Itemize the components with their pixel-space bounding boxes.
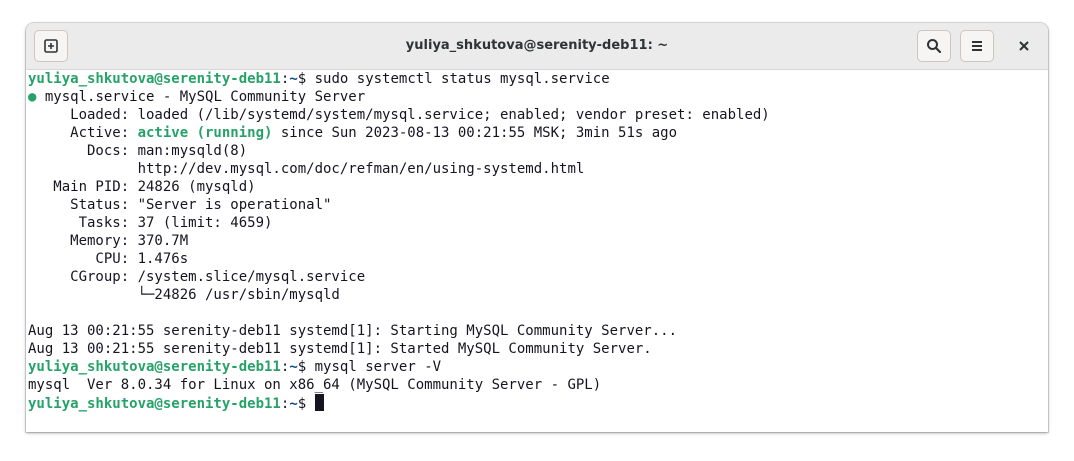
loaded-line: Loaded: loaded (/lib/systemd/system/mysq… [28, 107, 770, 123]
command-line: yuliya_shkutova@serenity-deb11:~$ [28, 394, 770, 412]
command-line: yuliya_shkutova@serenity-deb11:~$ sudo s… [28, 70, 770, 88]
prompt-path: ~ [289, 359, 298, 375]
active-line: Active: active (running) since Sun 2023-… [28, 124, 770, 142]
hamburger-menu-icon [972, 41, 982, 51]
service-line: ● mysql.service - MySQL Community Server [28, 88, 770, 106]
prompt-symbol: $ [297, 359, 307, 375]
search-button[interactable] [917, 30, 951, 62]
main-pid-line: Main PID: 24826 (mysqld) [28, 179, 256, 195]
prompt-path: ~ [289, 396, 298, 412]
prompt-user: yuliya_shkutova@serenity-deb11 [28, 359, 281, 375]
command-text: sudo systemctl status mysql.service [306, 71, 610, 87]
terminal-window: yuliya_shkutova@serenity-deb11: ~ yuliya… [26, 23, 1048, 432]
cgroup-line: CGroup: /system.slice/mysql.service [28, 269, 366, 285]
active-status: active (running) [137, 125, 273, 141]
cgroup-process-line: └─24826 /usr/sbin/mysqld [28, 287, 340, 303]
active-since: since Sun 2023-08-13 00:21:55 MSK; 3min … [272, 125, 678, 141]
log-line: Aug 13 00:21:55 serenity-deb11 systemd[1… [28, 341, 652, 357]
memory-line: Memory: 370.7M [28, 233, 189, 249]
terminal-output[interactable]: yuliya_shkutova@serenity-deb11:~$ sudo s… [26, 70, 1048, 432]
status-line: Status: "Server is operational" [28, 197, 332, 213]
close-button[interactable] [1008, 30, 1040, 62]
new-tab-button[interactable] [34, 30, 68, 62]
cpu-line: CPU: 1.476s [28, 251, 189, 267]
close-icon [1019, 41, 1029, 51]
active-label: Active: [28, 125, 138, 141]
text-cursor[interactable] [314, 394, 324, 411]
version-line: mysql Ver 8.0.34 for Linux on x86_64 (My… [28, 377, 602, 393]
service-name: mysql.service - MySQL Community Server [36, 89, 366, 105]
docs-url-line: http://dev.mysql.com/doc/refman/en/using… [28, 161, 585, 177]
prompt-path: ~ [289, 71, 298, 87]
menu-button[interactable] [960, 30, 994, 62]
prompt-user: yuliya_shkutova@serenity-deb11 [28, 71, 281, 87]
header-bar: yuliya_shkutova@serenity-deb11: ~ [26, 23, 1048, 70]
tasks-line: Tasks: 37 (limit: 4659) [28, 215, 273, 231]
prompt-symbol: $ [297, 71, 307, 87]
window-title: yuliya_shkutova@serenity-deb11: ~ [405, 38, 669, 53]
new-tab-icon [44, 39, 58, 53]
command-line: yuliya_shkutova@serenity-deb11:~$ mysql … [28, 358, 770, 376]
command-text: mysql server -V [306, 359, 442, 375]
search-icon [927, 39, 942, 54]
log-line: Aug 13 00:21:55 serenity-deb11 systemd[1… [28, 323, 678, 339]
docs-line: Docs: man:mysqld(8) [28, 143, 248, 159]
prompt-symbol: $ [297, 396, 307, 412]
prompt-user: yuliya_shkutova@serenity-deb11 [28, 396, 281, 412]
